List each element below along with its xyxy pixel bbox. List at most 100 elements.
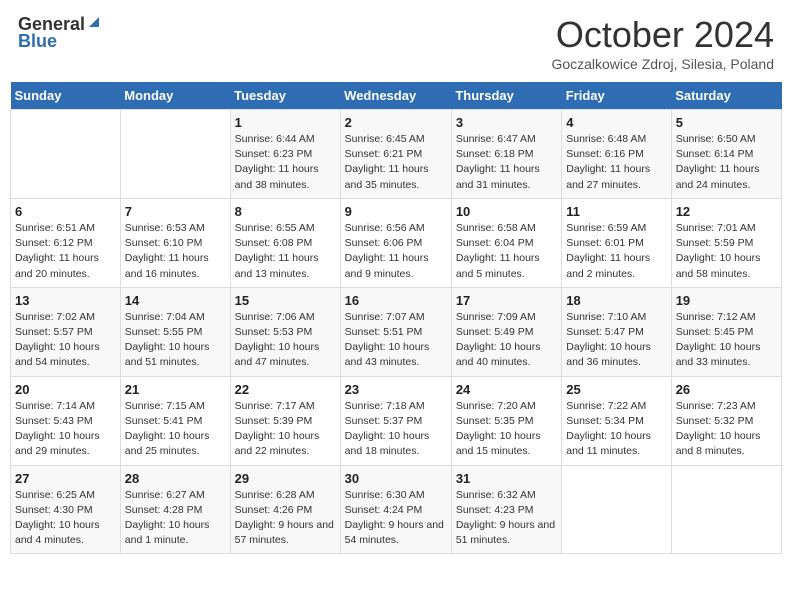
day-cell: 3 Sunrise: 6:47 AM Sunset: 6:18 PM Daylig… (451, 110, 561, 199)
day-info: Sunrise: 6:44 AM Sunset: 6:23 PM Dayligh… (235, 132, 336, 193)
month-title: October 2024 (551, 14, 774, 56)
day-cell (11, 110, 121, 199)
day-cell: 8Sunrise: 6:55 AM Sunset: 6:08 PM Daylig… (230, 198, 340, 287)
weekday-header-tuesday: Tuesday (230, 82, 340, 110)
day-number: 8 (235, 204, 336, 219)
day-cell: 7 Sunrise: 6:53 AM Sunset: 6:10 PM Daylig… (120, 198, 230, 287)
week-row-3: 13 Sunrise: 7:02 AM Sunset: 5:57 PM Dayli… (11, 287, 782, 376)
day-number: 11 (566, 204, 666, 219)
day-number: 6 (15, 204, 116, 219)
day-number: 17 (456, 293, 557, 308)
day-number: 5 (676, 115, 777, 130)
day-number: 15 (235, 293, 336, 308)
day-cell: 26Sunrise: 7:23 AM Sunset: 5:32 PM Dayli… (671, 376, 781, 465)
day-cell: 17Sunrise: 7:09 AM Sunset: 5:49 PM Dayli… (451, 287, 561, 376)
day-cell (671, 465, 781, 554)
day-cell: 11 Sunrise: 6:59 AM Sunset: 6:01 PM Dayli… (562, 198, 671, 287)
day-cell: 23Sunrise: 7:18 AM Sunset: 5:37 PM Dayli… (340, 376, 451, 465)
day-number: 3 (456, 115, 557, 130)
day-number: 9 (345, 204, 447, 219)
day-cell: 10Sunrise: 6:58 AM Sunset: 6:04 PM Dayli… (451, 198, 561, 287)
day-info: Sunrise: 7:04 AM Sunset: 5:55 PM Dayligh… (125, 310, 226, 371)
day-cell: 27 Sunrise: 6:25 AM Sunset: 4:30 PM Dayli… (11, 465, 121, 554)
day-cell: 9 Sunrise: 6:56 AM Sunset: 6:06 PM Daylig… (340, 198, 451, 287)
day-number: 14 (125, 293, 226, 308)
weekday-header-wednesday: Wednesday (340, 82, 451, 110)
day-info: Sunrise: 7:14 AM Sunset: 5:43 PM Dayligh… (15, 399, 116, 460)
day-cell: 19Sunrise: 7:12 AM Sunset: 5:45 PM Dayli… (671, 287, 781, 376)
day-number: 4 (566, 115, 666, 130)
day-cell: 29 Sunrise: 6:28 AM Sunset: 4:26 PM Dayli… (230, 465, 340, 554)
location: Goczalkowice Zdroj, Silesia, Poland (551, 56, 774, 72)
day-cell: 16 Sunrise: 7:07 AM Sunset: 5:51 PM Dayli… (340, 287, 451, 376)
day-number: 26 (676, 382, 777, 397)
day-info: Sunrise: 6:25 AM Sunset: 4:30 PM Dayligh… (15, 488, 116, 549)
day-info: Sunrise: 6:32 AM Sunset: 4:23 PM Dayligh… (456, 488, 557, 549)
day-number: 22 (235, 382, 336, 397)
day-number: 16 (345, 293, 447, 308)
week-row-1: 1 Sunrise: 6:44 AM Sunset: 6:23 PM Daylig… (11, 110, 782, 199)
day-cell: 20 Sunrise: 7:14 AM Sunset: 5:43 PM Dayli… (11, 376, 121, 465)
logo-triangle (87, 15, 101, 34)
day-number: 25 (566, 382, 666, 397)
day-info: Sunrise: 7:17 AM Sunset: 5:39 PM Dayligh… (235, 399, 336, 460)
day-number: 27 (15, 471, 116, 486)
weekday-header-row: SundayMondayTuesdayWednesdayThursdayFrid… (11, 82, 782, 110)
day-number: 30 (345, 471, 447, 486)
weekday-header-saturday: Saturday (671, 82, 781, 110)
day-number: 29 (235, 471, 336, 486)
day-number: 20 (15, 382, 116, 397)
day-info: Sunrise: 6:48 AM Sunset: 6:16 PM Dayligh… (566, 132, 666, 193)
day-cell: 12 Sunrise: 7:01 AM Sunset: 5:59 PM Dayli… (671, 198, 781, 287)
day-cell: 30 Sunrise: 6:30 AM Sunset: 4:24 PM Dayli… (340, 465, 451, 554)
day-number: 18 (566, 293, 666, 308)
day-info: Sunrise: 7:01 AM Sunset: 5:59 PM Dayligh… (676, 221, 777, 282)
day-info: Sunrise: 6:51 AM Sunset: 6:12 PM Dayligh… (15, 221, 116, 282)
day-info: Sunrise: 6:53 AM Sunset: 6:10 PM Dayligh… (125, 221, 226, 282)
day-info: Sunrise: 7:10 AM Sunset: 5:47 PM Dayligh… (566, 310, 666, 371)
logo: General Blue (18, 14, 101, 52)
day-info: Sunrise: 7:07 AM Sunset: 5:51 PM Dayligh… (345, 310, 447, 371)
day-number: 28 (125, 471, 226, 486)
day-info: Sunrise: 6:27 AM Sunset: 4:28 PM Dayligh… (125, 488, 226, 549)
day-info: Sunrise: 7:02 AM Sunset: 5:57 PM Dayligh… (15, 310, 116, 371)
day-number: 7 (125, 204, 226, 219)
day-number: 13 (15, 293, 116, 308)
title-area: October 2024 Goczalkowice Zdroj, Silesia… (551, 14, 774, 72)
day-number: 1 (235, 115, 336, 130)
day-info: Sunrise: 6:59 AM Sunset: 6:01 PM Dayligh… (566, 221, 666, 282)
day-info: Sunrise: 6:56 AM Sunset: 6:06 PM Dayligh… (345, 221, 447, 282)
day-cell: 14 Sunrise: 7:04 AM Sunset: 5:55 PM Dayli… (120, 287, 230, 376)
weekday-header-thursday: Thursday (451, 82, 561, 110)
day-info: Sunrise: 7:06 AM Sunset: 5:53 PM Dayligh… (235, 310, 336, 371)
day-number: 23 (345, 382, 447, 397)
day-info: Sunrise: 7:22 AM Sunset: 5:34 PM Dayligh… (566, 399, 666, 460)
day-cell: 2Sunrise: 6:45 AM Sunset: 6:21 PM Daylig… (340, 110, 451, 199)
day-number: 19 (676, 293, 777, 308)
day-cell: 24 Sunrise: 7:20 AM Sunset: 5:35 PM Dayli… (451, 376, 561, 465)
day-cell: 18 Sunrise: 7:10 AM Sunset: 5:47 PM Dayli… (562, 287, 671, 376)
day-cell (562, 465, 671, 554)
day-cell: 5Sunrise: 6:50 AM Sunset: 6:14 PM Daylig… (671, 110, 781, 199)
day-cell: 13 Sunrise: 7:02 AM Sunset: 5:57 PM Dayli… (11, 287, 121, 376)
day-cell: 21 Sunrise: 7:15 AM Sunset: 5:41 PM Dayli… (120, 376, 230, 465)
logo-blue: Blue (18, 31, 57, 52)
day-number: 12 (676, 204, 777, 219)
day-number: 24 (456, 382, 557, 397)
day-cell: 4 Sunrise: 6:48 AM Sunset: 6:16 PM Daylig… (562, 110, 671, 199)
day-number: 31 (456, 471, 557, 486)
weekday-header-monday: Monday (120, 82, 230, 110)
day-info: Sunrise: 6:58 AM Sunset: 6:04 PM Dayligh… (456, 221, 557, 282)
day-cell: 22 Sunrise: 7:17 AM Sunset: 5:39 PM Dayli… (230, 376, 340, 465)
day-info: Sunrise: 6:28 AM Sunset: 4:26 PM Dayligh… (235, 488, 336, 549)
day-info: Sunrise: 6:30 AM Sunset: 4:24 PM Dayligh… (345, 488, 447, 549)
day-info: Sunrise: 7:20 AM Sunset: 5:35 PM Dayligh… (456, 399, 557, 460)
week-row-5: 27 Sunrise: 6:25 AM Sunset: 4:30 PM Dayli… (11, 465, 782, 554)
page-header: General Blue October 2024 Goczalkowice Z… (10, 10, 782, 76)
day-info: Sunrise: 7:15 AM Sunset: 5:41 PM Dayligh… (125, 399, 226, 460)
weekday-header-friday: Friday (562, 82, 671, 110)
day-info: Sunrise: 6:47 AM Sunset: 6:18 PM Dayligh… (456, 132, 557, 193)
day-info: Sunrise: 6:45 AM Sunset: 6:21 PM Dayligh… (345, 132, 447, 193)
day-cell: 25 Sunrise: 7:22 AM Sunset: 5:34 PM Dayli… (562, 376, 671, 465)
day-number: 21 (125, 382, 226, 397)
